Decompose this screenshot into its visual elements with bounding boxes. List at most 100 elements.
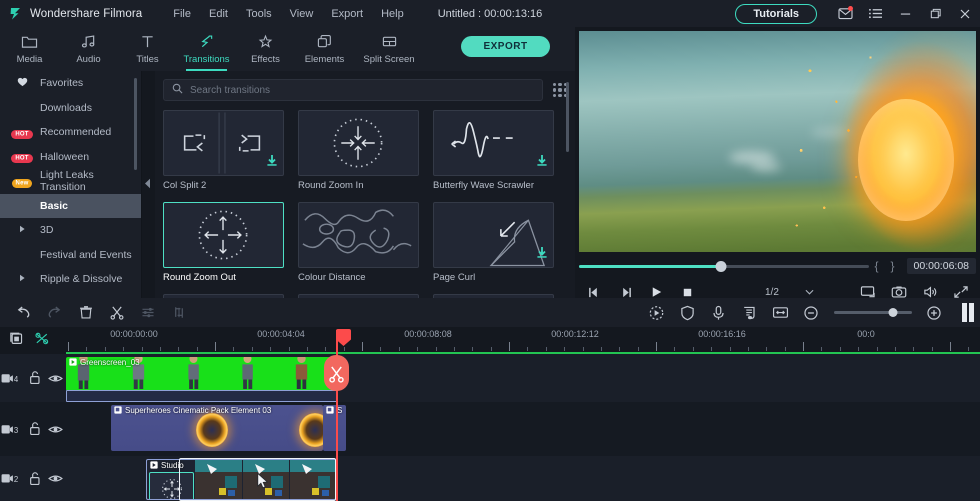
tab-media[interactable]: Media (0, 27, 59, 71)
marker-icon[interactable] (8, 331, 24, 351)
filmora-app-window: Wondershare Filmora File Edit Tools View… (0, 0, 980, 501)
close-icon[interactable] (950, 0, 980, 27)
search-box[interactable] (163, 79, 543, 101)
transition-card-page-curl[interactable]: Page Curl (433, 202, 554, 283)
sidebar-scrollbar[interactable] (134, 78, 137, 170)
sidebar-item-festival-and-events[interactable]: Festival and Events (0, 243, 141, 268)
menu-file[interactable]: File (164, 4, 200, 24)
sidebar-item-basic[interactable]: Basic (0, 194, 141, 219)
tab-transitions[interactable]: Transitions (177, 27, 236, 71)
download-icon[interactable] (536, 154, 548, 172)
timeline-clip-superheroes-element-continued[interactable]: S (323, 405, 346, 451)
preview-video[interactable] (579, 31, 976, 252)
tab-effects[interactable]: Effects (236, 27, 295, 71)
track-body-4[interactable]: Greenscreen_03 (66, 354, 980, 402)
unlock-icon[interactable] (25, 371, 46, 385)
menu-view[interactable]: View (281, 4, 323, 24)
collapse-panel-arrow-icon[interactable] (143, 172, 152, 194)
render-preview-icon[interactable] (962, 303, 975, 322)
chevron-right-icon[interactable] (10, 224, 34, 236)
transition-thumbnail[interactable] (298, 110, 419, 176)
track-body-2[interactable]: Studio (66, 456, 980, 501)
transition-card-colour-distance[interactable]: Colour Distance (298, 202, 419, 283)
zoom-in-button[interactable] (919, 298, 950, 327)
transition-thumbnail[interactable] (433, 202, 554, 268)
transitions-panel-scrollbar[interactable] (566, 82, 569, 152)
timeline-clip-studio[interactable]: Studio (146, 459, 336, 500)
search-input[interactable] (190, 85, 534, 96)
sidebar-label: Festival and Events (40, 249, 132, 261)
svg-text:2: 2 (14, 475, 18, 484)
transitions-category-sidebar[interactable]: Favorites Downloads HOT Recommended HOT … (0, 71, 141, 298)
preview-seek-bar[interactable] (579, 265, 869, 268)
track-controls-3: 3 (0, 402, 66, 456)
menu-export[interactable]: Export (322, 4, 372, 24)
timeline-zoom-handle[interactable] (888, 308, 897, 317)
tutorials-button[interactable]: Tutorials (735, 4, 817, 24)
tab-elements[interactable]: Elements (295, 27, 354, 71)
zoom-out-button[interactable] (796, 298, 827, 327)
preview-seek-handle[interactable] (715, 261, 726, 272)
undo-button[interactable] (8, 298, 39, 327)
export-button[interactable]: EXPORT (461, 36, 550, 57)
color-match-button[interactable] (641, 298, 672, 327)
sidebar-item-light-leaks-transition[interactable]: New Light Leaks Transition (0, 169, 141, 194)
crop-button[interactable] (163, 298, 194, 327)
sidebar-item-downloads[interactable]: Downloads (0, 96, 141, 121)
download-icon[interactable] (536, 246, 548, 264)
eye-visible-icon[interactable] (45, 424, 66, 435)
tab-split-screen[interactable]: Split Screen (354, 27, 424, 71)
transition-thumbnail[interactable] (163, 202, 284, 268)
sidebar-item-halloween[interactable]: HOT Halloween (0, 145, 141, 170)
voiceover-button[interactable] (703, 298, 734, 327)
tab-audio[interactable]: Audio (59, 27, 118, 71)
delete-button[interactable] (70, 298, 101, 327)
transition-thumbnail[interactable] (163, 110, 284, 176)
speed-button[interactable] (132, 298, 163, 327)
transition-card-col-split-2[interactable]: Col Split 2 (163, 110, 284, 191)
menu-tools[interactable]: Tools (237, 4, 281, 24)
transition-card-round-zoom-out[interactable]: Round Zoom Out (163, 202, 284, 283)
unlock-icon[interactable] (25, 472, 46, 486)
tab-titles[interactable]: Titles (118, 27, 177, 71)
sidebar-item-ripple-and-dissolve[interactable]: Ripple & Dissolve (0, 267, 141, 292)
transition-card-butterfly-wave-scrawler[interactable]: Butterfly Wave Scrawler (433, 110, 554, 191)
eye-visible-icon[interactable] (45, 473, 66, 484)
chevron-down-icon (805, 287, 814, 298)
download-icon[interactable] (266, 154, 278, 172)
chevron-right-icon[interactable] (10, 273, 34, 285)
timeline-clip-greenscreen[interactable]: Greenscreen_03 (66, 357, 338, 391)
sidebar-item-recommended[interactable]: HOT Recommended (0, 120, 141, 145)
timeline-clip-superheroes-element[interactable]: Superheroes Cinematic Pack Element 03 (111, 405, 323, 451)
preview-quality-select[interactable]: 1/2 (765, 287, 814, 298)
menu-help[interactable]: Help (372, 4, 413, 24)
sidebar-item-3d[interactable]: 3D (0, 218, 141, 243)
timeline-zoom-slider[interactable] (834, 311, 912, 314)
mail-icon[interactable] (830, 0, 860, 27)
stabilization-button[interactable] (672, 298, 703, 327)
menu-edit[interactable]: Edit (200, 4, 237, 24)
audio-mixer-button[interactable] (734, 298, 765, 327)
transition-card-round-zoom-in[interactable]: Round Zoom In (298, 110, 419, 191)
round-zoom-out-transition-icon[interactable] (149, 472, 194, 500)
grid-view-icon[interactable] (553, 83, 567, 97)
eye-visible-icon[interactable] (45, 373, 66, 384)
sidebar-item-favorites[interactable]: Favorites (0, 71, 141, 96)
transition-thumbnail[interactable] (298, 202, 419, 268)
split-button[interactable] (101, 298, 132, 327)
maximize-icon[interactable] (920, 0, 950, 27)
timeline-ruler[interactable]: 00:00:00:00 00:00:04:04 00:00:08:08 00:0… (66, 327, 980, 354)
preview-panel: { } 00:00:06:08 1/2 (575, 27, 980, 298)
minimize-icon[interactable] (890, 0, 920, 27)
redo-button[interactable] (39, 298, 70, 327)
mark-in-button[interactable]: { (869, 259, 885, 273)
fit-to-timeline-button[interactable] (765, 298, 796, 327)
track-body-3[interactable]: Superheroes Cinematic Pack Element 03 S (66, 402, 980, 456)
timeline-clip-audio-strip[interactable] (66, 390, 338, 402)
hamburger-menu-icon[interactable] (860, 0, 890, 27)
main-toolbar: Media Audio Titles Transitions Effects E… (0, 27, 575, 71)
mark-out-button[interactable]: } (885, 259, 901, 273)
link-audio-video-icon[interactable] (34, 331, 50, 351)
transition-thumbnail[interactable] (433, 110, 554, 176)
unlock-icon[interactable] (25, 422, 46, 436)
